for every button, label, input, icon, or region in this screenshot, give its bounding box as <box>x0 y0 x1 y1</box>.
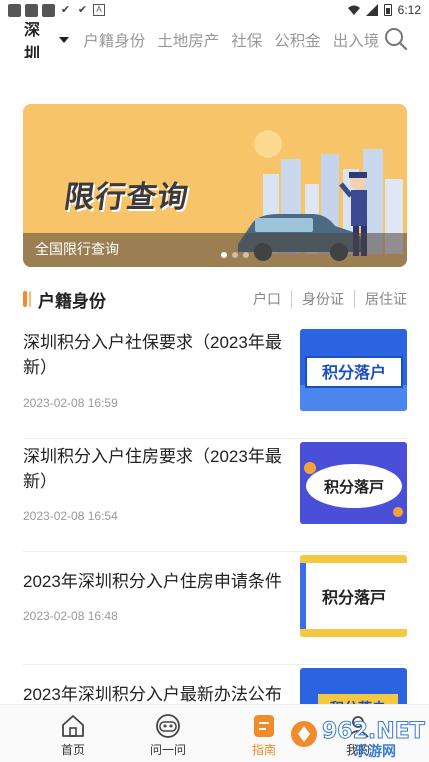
article-thumbnail: 积分落户 <box>300 329 407 411</box>
article-title: 2023年深圳积分入户住房申请条件 <box>23 572 282 591</box>
check-icon: ✔ <box>77 3 88 16</box>
wifi-icon <box>347 5 360 15</box>
article-title: 深圳积分入户社保要求（2023年最新） <box>23 333 282 377</box>
section-accent-bar <box>23 291 27 307</box>
banner-title: 限行查询 <box>62 181 191 214</box>
tab-label: 问一问 <box>149 743 186 757</box>
banner-caption: 全国限行查询 <box>35 241 119 257</box>
tab-ask[interactable]: 问一问 <box>128 713 208 758</box>
article-item[interactable]: 2023年深圳积分入户住房申请条件 2023-02-08 16:48 积分落戸 <box>23 552 407 665</box>
battery-icon <box>383 4 392 16</box>
search-icon <box>385 28 408 51</box>
thumb-text: 积分落户 <box>322 363 386 382</box>
app-notification-icon <box>42 3 55 17</box>
banner-carousel[interactable]: 限行查询 全国限行查询 <box>23 104 407 267</box>
carousel-dot <box>221 252 227 258</box>
section-header: 户籍身份 户口 身份证 居住证 <box>23 287 407 311</box>
caret-down-icon <box>59 37 70 43</box>
article-thumbnail: 积分落戸 <box>300 442 407 524</box>
city-label: 深圳 <box>24 22 41 58</box>
section-tabs: 户口 身份证 居住证 <box>243 289 407 309</box>
article-date: 2023-02-08 16:59 <box>23 396 118 410</box>
tab-home[interactable]: 首页 <box>33 713 113 758</box>
status-bar: ✔ ✔ A 6:12 <box>0 0 429 20</box>
site-watermark: 962.NET 乐游网 <box>290 712 426 762</box>
watermark-subtext: 乐游网 <box>354 743 396 760</box>
city-selector[interactable]: 深圳 <box>24 22 70 58</box>
signal-icon <box>365 4 378 16</box>
tab-hukou[interactable]: 户口 <box>243 289 291 309</box>
article-item[interactable]: 深圳积分入户住房要求（2023年最新） 2023-02-08 16:54 积分落… <box>23 439 407 552</box>
search-button[interactable] <box>381 24 411 54</box>
section-title: 户籍身份 <box>38 291 106 311</box>
nav-item-exit-entry[interactable]: 出入境 <box>333 29 380 51</box>
category-nav: 深圳 户籍身份 土地房产 社保 公积金 出入境 <box>0 22 429 58</box>
carousel-indicator <box>221 252 249 258</box>
robot-icon <box>156 714 180 738</box>
section-accent-bar <box>29 291 31 307</box>
nav-item-land-property[interactable]: 土地房产 <box>157 29 219 51</box>
app-notification-icon <box>8 3 21 17</box>
guide-icon <box>254 715 274 737</box>
thumb-text: 积分落戸 <box>322 588 386 607</box>
article-date: 2023-02-08 16:48 <box>23 609 118 623</box>
notification-icons: ✔ ✔ A <box>8 3 105 17</box>
home-icon <box>62 715 84 737</box>
thumb-text: 积分落戸 <box>324 478 384 496</box>
tab-id-card[interactable]: 身份证 <box>292 289 354 309</box>
app-notification-icon <box>25 3 38 17</box>
article-thumbnail: 积分落戸 <box>300 555 407 637</box>
carousel-dot <box>232 252 238 258</box>
article-date: 2023-02-08 16:54 <box>23 509 118 523</box>
check-icon: ✔ <box>60 3 71 16</box>
tab-label: 指南 <box>251 743 276 757</box>
nav-item-housing-fund[interactable]: 公积金 <box>274 29 321 51</box>
article-title: 深圳积分入户住房要求（2023年最新） <box>23 447 282 491</box>
carousel-dot <box>243 252 249 258</box>
tab-residence-permit[interactable]: 居住证 <box>355 289 407 309</box>
a-icon: A <box>93 4 105 16</box>
clock: 6:12 <box>397 3 421 17</box>
article-item[interactable]: 深圳积分入户社保要求（2023年最新） 2023-02-08 16:59 积分落… <box>23 326 407 439</box>
tab-label: 首页 <box>60 743 85 757</box>
watermark-text: 962.NET <box>322 719 425 744</box>
nav-item-hukou[interactable]: 户籍身份 <box>83 29 145 51</box>
nav-item-social-security[interactable]: 社保 <box>231 29 262 51</box>
